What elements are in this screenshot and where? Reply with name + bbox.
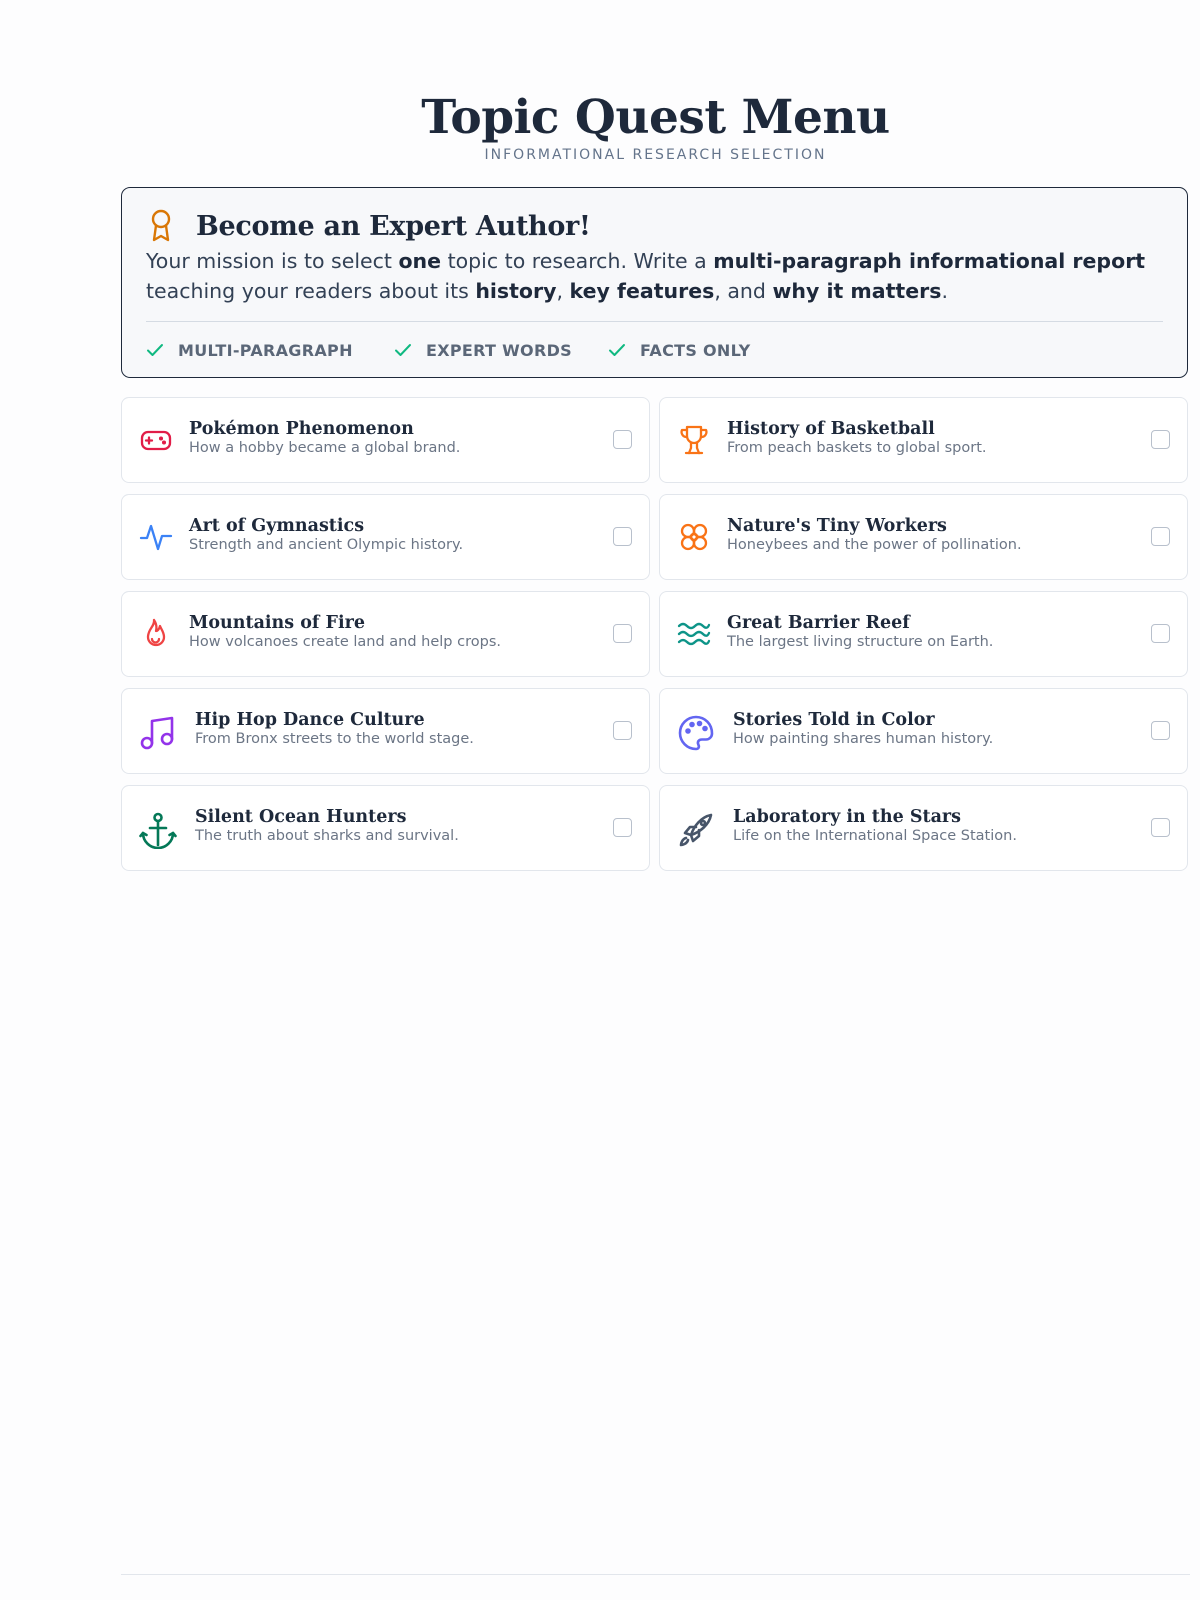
topic-text: Laboratory in the Stars Life on the Inte… (733, 806, 1017, 844)
topic-title: Hip Hop Dance Culture (195, 710, 425, 730)
award-ribbon-icon (148, 209, 174, 243)
check-icon (394, 343, 426, 357)
criteria-list: MULTI-PARAGRAPH EXPERT WORDS FACTS ONLY (146, 330, 751, 370)
palette-icon (677, 714, 714, 751)
topic-description: Strength and ancient Olympic history. (189, 537, 464, 553)
topic-checkbox[interactable] (613, 430, 632, 449)
criterion-expert-words: EXPERT WORDS (394, 341, 608, 360)
page: Topic Quest Menu INFORMATIONAL RESEARCH … (121, 0, 1190, 1600)
topic-card[interactable]: History of Basketball From peach baskets… (659, 397, 1188, 483)
topic-text: Nature's Tiny Workers Honeybees and the … (727, 515, 1022, 553)
topic-text: Mountains of Fire How volcanoes create l… (189, 612, 501, 650)
topic-card[interactable]: Hip Hop Dance Culture From Bronx streets… (121, 688, 650, 774)
topic-checkbox[interactable] (613, 818, 632, 837)
topic-checkbox[interactable] (1151, 430, 1170, 449)
topic-title: Mountains of Fire (189, 613, 365, 633)
criterion-facts-only: FACTS ONLY (608, 341, 751, 360)
topic-description: How volcanoes create land and help crops… (189, 634, 501, 650)
topic-title: Stories Told in Color (733, 710, 935, 730)
music-icon (139, 714, 174, 750)
topic-card[interactable]: Art of Gymnastics Strength and ancient O… (121, 494, 650, 580)
topic-title: Art of Gymnastics (189, 516, 365, 536)
topic-text: Hip Hop Dance Culture From Bronx streets… (195, 709, 474, 747)
mission-card: Become an Expert Author! Your mission is… (121, 187, 1188, 378)
trophy-icon (677, 423, 711, 457)
criterion-multi-paragraph: MULTI-PARAGRAPH (146, 341, 394, 360)
topic-card[interactable]: Pokémon Phenomenon How a hobby became a … (121, 397, 650, 483)
flower-icon (677, 520, 711, 554)
topic-description: Honeybees and the power of pollination. (727, 537, 1022, 553)
topic-description: The truth about sharks and survival. (195, 828, 459, 844)
check-icon (608, 343, 640, 357)
topic-text: Stories Told in Color How painting share… (733, 709, 993, 747)
topic-card[interactable]: Mountains of Fire How volcanoes create l… (121, 591, 650, 677)
topic-checkbox[interactable] (1151, 818, 1170, 837)
waves-icon (677, 617, 711, 651)
topic-description: From peach baskets to global sport. (727, 440, 987, 456)
topic-title: History of Basketball (727, 419, 935, 439)
topic-text: History of Basketball From peach baskets… (727, 418, 987, 456)
topic-card[interactable]: Silent Ocean Hunters The truth about sha… (121, 785, 650, 871)
mission-divider (146, 321, 1163, 322)
topic-card[interactable]: Stories Told in Color How painting share… (659, 688, 1188, 774)
topic-text: Silent Ocean Hunters The truth about sha… (195, 806, 459, 844)
topic-checkbox[interactable] (1151, 624, 1170, 643)
mission-description: Your mission is to select one topic to r… (146, 249, 1146, 303)
topic-title: Laboratory in the Stars (733, 807, 961, 827)
topic-checkbox[interactable] (613, 721, 632, 740)
topic-checkbox[interactable] (1151, 721, 1170, 740)
rocket-icon (677, 811, 713, 847)
mission-title: Become an Expert Author! (196, 210, 591, 242)
activity-icon (139, 520, 173, 554)
topic-title: Great Barrier Reef (727, 613, 910, 633)
topic-text: Pokémon Phenomenon How a hobby became a … (189, 418, 460, 456)
topic-title: Pokémon Phenomenon (189, 419, 414, 439)
topic-description: Life on the International Space Station. (733, 828, 1017, 844)
topic-checkbox[interactable] (613, 624, 632, 643)
header: Topic Quest Menu INFORMATIONAL RESEARCH … (121, 84, 1190, 164)
page-subtitle: INFORMATIONAL RESEARCH SELECTION (484, 147, 827, 163)
topic-text: Great Barrier Reef The largest living st… (727, 612, 993, 650)
mission-header: Become an Expert Author! (148, 204, 591, 248)
flame-icon (139, 617, 173, 651)
topic-checkbox[interactable] (613, 527, 632, 546)
topic-description: From Bronx streets to the world stage. (195, 731, 474, 747)
topic-text: Art of Gymnastics Strength and ancient O… (189, 515, 463, 553)
gamepad-icon (139, 423, 173, 457)
footer-divider (121, 1574, 1190, 1575)
topic-description: The largest living structure on Earth. (727, 634, 994, 650)
topic-checkbox[interactable] (1151, 527, 1170, 546)
topic-title: Silent Ocean Hunters (195, 807, 407, 827)
topic-description: How a hobby became a global brand. (189, 440, 461, 456)
topic-title: Nature's Tiny Workers (727, 516, 947, 536)
page-title: Topic Quest Menu (421, 90, 890, 145)
topic-card[interactable]: Great Barrier Reef The largest living st… (659, 591, 1188, 677)
topic-description: How painting shares human history. (733, 731, 994, 747)
check-icon (146, 343, 178, 357)
anchor-icon (139, 811, 177, 849)
topic-card[interactable]: Nature's Tiny Workers Honeybees and the … (659, 494, 1188, 580)
topic-card[interactable]: Laboratory in the Stars Life on the Inte… (659, 785, 1188, 871)
